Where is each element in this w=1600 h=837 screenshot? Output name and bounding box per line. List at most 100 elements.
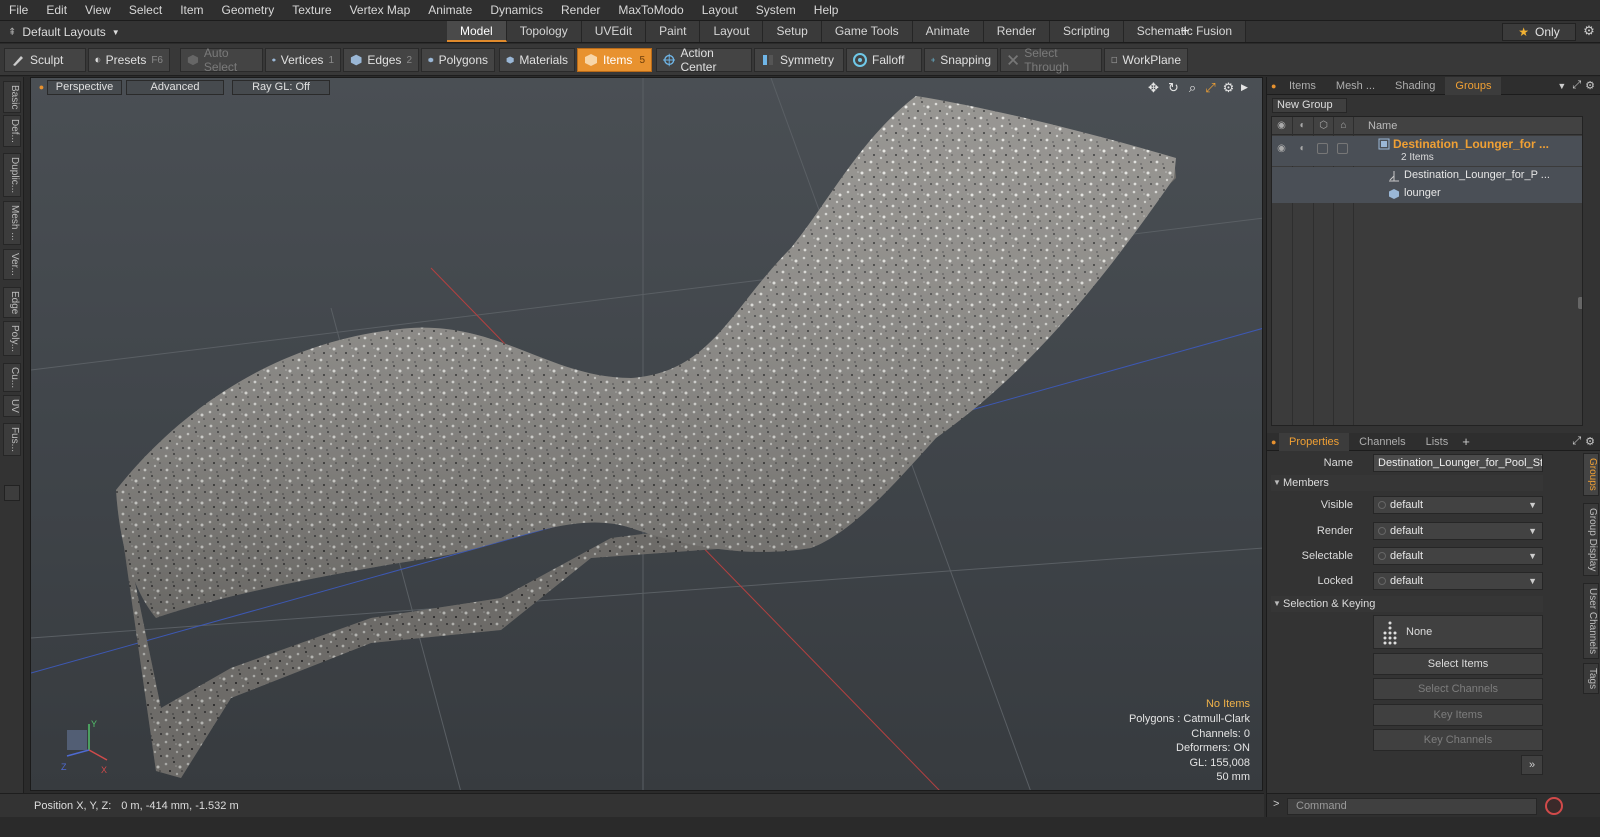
tab-scripting[interactable]: Scripting (1050, 21, 1124, 42)
tab-animate[interactable]: Animate (912, 21, 984, 42)
panel-expand-icon[interactable]: ⤢ (1572, 79, 1585, 92)
workplane-button[interactable]: WorkPlane (1104, 48, 1188, 72)
properties-settings-icon[interactable]: ⚙ (1585, 435, 1600, 448)
tab-paint[interactable]: Paint (646, 21, 701, 42)
tab-layout[interactable]: Layout (700, 21, 764, 42)
left-tab-mesh[interactable]: Mesh ... (3, 201, 21, 245)
left-tab-polygon[interactable]: Poly... (3, 321, 21, 357)
command-input[interactable]: Command (1287, 798, 1537, 815)
add-tab-icon[interactable]: + (1175, 21, 1195, 43)
menu-maxtomodo[interactable]: MaxToModo (609, 0, 692, 21)
menu-layout[interactable]: Layout (693, 0, 747, 21)
tab-items[interactable]: Items (1279, 77, 1326, 95)
lock-checkbox[interactable] (1337, 143, 1348, 154)
falloff-button[interactable]: Falloff (846, 48, 922, 72)
more-button[interactable]: » (1521, 755, 1543, 775)
side-tab-tags[interactable]: Tags (1583, 663, 1599, 695)
3d-viewport[interactable]: Y X Z ● Perspective Advanced Ray GL: Off… (30, 77, 1263, 791)
select-through-button[interactable]: Select Through (1000, 46, 1102, 74)
viewport-settings-icon[interactable]: ⚙ (1221, 80, 1236, 95)
edges-button[interactable]: Edges 2 (343, 48, 419, 72)
selection-keying-section[interactable]: ▼ Selection & Keying (1271, 596, 1543, 612)
advanced-button[interactable]: Advanced (126, 80, 224, 95)
panel-dropdown-icon[interactable]: ▼ (1557, 81, 1572, 91)
rotate-view-icon[interactable]: ↻ (1166, 80, 1181, 95)
layout-selector[interactable]: ⇞ Default Layouts ▼ (0, 21, 150, 43)
tab-game-tools[interactable]: Game Tools (821, 21, 913, 42)
gear-icon[interactable]: ⚙ (1580, 23, 1598, 41)
lock-column-icon[interactable]: ⌂ (1338, 120, 1349, 131)
render-dropdown[interactable]: default ▼ (1373, 522, 1543, 540)
action-center-button[interactable]: Action Center (656, 46, 752, 74)
tab-channels[interactable]: Channels (1349, 433, 1415, 451)
tab-model[interactable]: Model (447, 21, 507, 42)
menu-system[interactable]: System (747, 0, 805, 21)
left-strip-toggle-button[interactable] (4, 485, 20, 501)
record-icon[interactable] (1545, 797, 1563, 815)
symmetry-button[interactable]: Symmetry (754, 48, 844, 72)
tab-properties[interactable]: Properties (1279, 432, 1350, 451)
members-section[interactable]: ▼ Members (1271, 475, 1543, 491)
tab-uvedit[interactable]: UVEdit (581, 21, 647, 42)
sculpt-button[interactable]: Sculpt (4, 48, 86, 72)
menu-geometry[interactable]: Geometry (213, 0, 284, 21)
tab-setup[interactable]: Setup (763, 21, 822, 42)
snapping-button[interactable]: Snapping (924, 48, 998, 72)
properties-expand-icon[interactable]: ⤢ (1572, 435, 1585, 448)
side-tab-group-display[interactable]: Group Display (1583, 503, 1599, 577)
left-tab-vertex[interactable]: Ver... (3, 249, 21, 280)
viewport-expand-icon[interactable]: ▶ (1237, 80, 1252, 95)
add-tab-icon[interactable]: + (1458, 434, 1470, 449)
left-tab-basic[interactable]: Basic (3, 81, 21, 114)
tab-groups[interactable]: Groups (1445, 76, 1502, 95)
locked-dropdown[interactable]: default ▼ (1373, 572, 1543, 590)
select-channels-button[interactable]: Select Channels (1373, 678, 1543, 700)
properties-menu-dot-icon[interactable]: ● (1267, 437, 1279, 447)
none-button[interactable]: None (1373, 615, 1543, 649)
selectable-dropdown[interactable]: default ▼ (1373, 547, 1543, 565)
perspective-button[interactable]: Perspective (47, 80, 122, 95)
key-items-button[interactable]: Key Items (1373, 704, 1543, 726)
left-tab-deform[interactable]: Def... (3, 115, 21, 147)
tree-scrollbar[interactable] (1578, 297, 1582, 309)
panel-menu-dot-icon[interactable]: ● (1267, 81, 1279, 91)
tab-topology[interactable]: Topology (506, 21, 582, 42)
menu-select[interactable]: Select (120, 0, 171, 21)
tab-mesh[interactable]: Mesh ... (1326, 77, 1385, 95)
render-column-icon[interactable]: ◐ (1297, 120, 1308, 131)
menu-animate[interactable]: Animate (419, 0, 481, 21)
materials-button[interactable]: Materials (499, 48, 575, 72)
only-button[interactable]: ★ Only (1502, 23, 1576, 41)
name-field[interactable]: Destination_Lounger_for_Pool_St (1373, 454, 1543, 472)
menu-view[interactable]: View (76, 0, 120, 21)
raygl-button[interactable]: Ray GL: Off (232, 80, 330, 95)
tab-lists[interactable]: Lists (1416, 433, 1459, 451)
collapse-icon[interactable]: ⇞ (8, 27, 16, 38)
select-items-button[interactable]: Select Items (1373, 653, 1543, 675)
eye-icon[interactable]: ◉ (1276, 143, 1287, 154)
select-column-icon[interactable]: ⬡ (1318, 120, 1329, 131)
key-channels-button[interactable]: Key Channels (1373, 729, 1543, 751)
left-tab-fusion[interactable]: Fus... (3, 423, 21, 457)
menu-edit[interactable]: Edit (37, 0, 76, 21)
vertices-button[interactable]: Vertices 1 (265, 48, 341, 72)
menu-dynamics[interactable]: Dynamics (481, 0, 552, 21)
panel-settings-icon[interactable]: ⚙ (1585, 79, 1600, 92)
render-icon[interactable]: ◐ (1297, 143, 1308, 154)
tab-shading[interactable]: Shading (1385, 77, 1445, 95)
left-tab-edge[interactable]: Edge (3, 287, 21, 319)
menu-render[interactable]: Render (552, 0, 609, 21)
menu-vertex-map[interactable]: Vertex Map (341, 0, 420, 21)
left-tab-uv[interactable]: UV (3, 395, 21, 417)
menu-file[interactable]: File (0, 0, 37, 21)
group-row[interactable]: ◉ ◐ Destination_Lounger_for ... 2 Items (1272, 136, 1582, 166)
tree-row[interactable]: lounger (1272, 185, 1582, 203)
select-checkbox[interactable] (1317, 143, 1328, 154)
move-view-icon[interactable]: ✥ (1146, 80, 1161, 95)
presets-button[interactable]: Presets F6 (88, 48, 170, 72)
tree-row[interactable]: Destination_Lounger_for_P ... (1272, 167, 1582, 185)
left-tab-duplicate[interactable]: Duplic... (3, 153, 21, 198)
menu-help[interactable]: Help (805, 0, 848, 21)
side-tab-user-channels[interactable]: User Channels (1583, 583, 1599, 660)
visibility-column-icon[interactable]: ◉ (1276, 120, 1287, 131)
